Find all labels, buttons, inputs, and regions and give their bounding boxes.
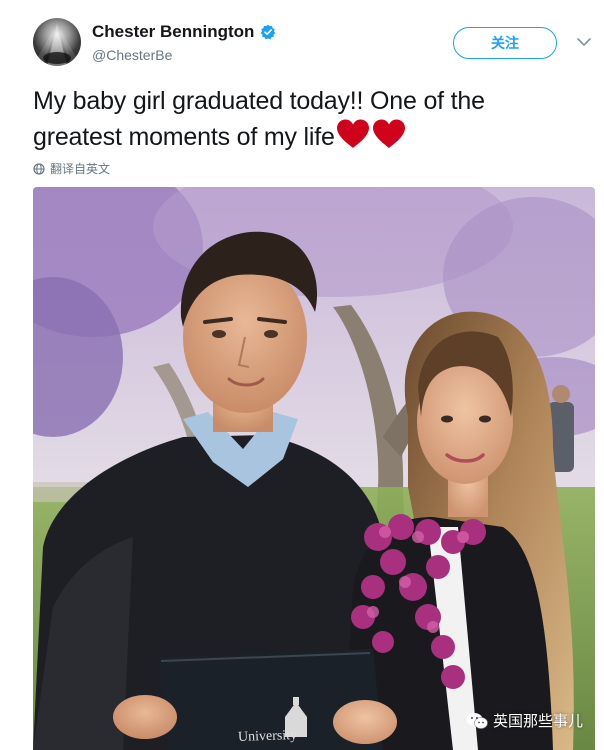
tweet-text: My baby girl graduated today!! One of th… (33, 87, 485, 151)
name-row: Chester Bennington (92, 22, 276, 42)
user-handle[interactable]: @ChesterBe (92, 47, 172, 63)
profile-avatar-icon[interactable] (33, 18, 81, 66)
translate-label: 翻译自英文 (50, 162, 111, 176)
graduation-photo[interactable]: University (33, 187, 595, 750)
wechat-icon (466, 712, 488, 729)
diploma-text: University (237, 727, 298, 746)
watermark-text: 英国那些事儿 (493, 712, 584, 730)
red-heart-icon (336, 119, 405, 148)
globe-icon (33, 162, 45, 175)
follow-button[interactable]: 关注 (453, 27, 557, 59)
chevron-down-icon[interactable] (576, 36, 592, 48)
tweet-header: Chester Bennington @ChesterBe 关注 (0, 0, 604, 80)
verified-badge-icon (261, 24, 276, 40)
watermark: 英国那些事儿 (466, 710, 583, 731)
tweet-text-container: My baby girl graduated today!! One of th… (33, 84, 578, 154)
display-name[interactable]: Chester Bennington (92, 22, 254, 42)
translate-link[interactable]: 翻译自英文 (33, 160, 110, 177)
